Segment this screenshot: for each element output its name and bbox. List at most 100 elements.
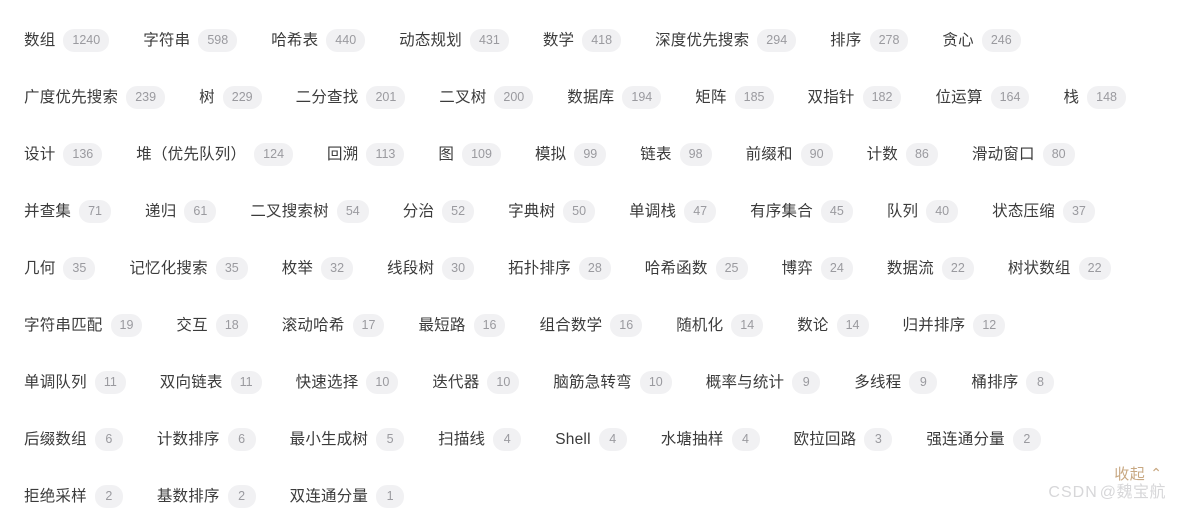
tag-count-badge: 8 — [1026, 370, 1055, 395]
tag-item[interactable]: 快速选择 10 — [296, 370, 399, 395]
tag-label: 深度优先搜索 — [655, 31, 750, 49]
tag-row: 单调队列 11 双向链表 11 快速选择 10 迭代器 10 脑筋急转弯 10 概率与统计 9 多线程 9… — [24, 354, 1160, 411]
tag-label: 最短路 — [418, 316, 466, 334]
tag-item[interactable]: 字典树 50 — [508, 199, 596, 224]
tag-item[interactable]: 字符串匹配 19 — [24, 313, 143, 338]
tag-count-badge: 246 — [981, 28, 1021, 53]
tag-item[interactable]: 随机化 14 — [676, 313, 764, 338]
tag-item[interactable]: 扫描线 4 — [438, 427, 522, 452]
tag-label: 并查集 — [24, 202, 72, 220]
tag-item[interactable]: 数学 418 — [543, 28, 622, 53]
tag-item[interactable]: 设计 136 — [24, 142, 103, 167]
tag-item[interactable]: 双指针 182 — [808, 85, 902, 110]
tag-item[interactable]: 概率与统计 9 — [706, 370, 821, 395]
tag-item[interactable]: 水塘抽样 4 — [661, 427, 760, 452]
tag-item[interactable]: 队列 40 — [887, 199, 959, 224]
tag-item[interactable]: 单调队列 11 — [24, 370, 126, 395]
tag-item[interactable]: 并查集 71 — [24, 199, 112, 224]
tag-label: 后缀数组 — [24, 430, 87, 448]
tag-item[interactable]: 链表 98 — [640, 142, 712, 167]
tag-item[interactable]: 树 229 — [199, 85, 262, 110]
tag-item[interactable]: 拓扑排序 28 — [508, 256, 611, 281]
tag-item[interactable]: 数组 1240 — [24, 28, 110, 53]
tag-item[interactable]: 强连通分量 2 — [926, 427, 1041, 452]
tag-item[interactable]: 哈希函数 25 — [645, 256, 748, 281]
tag-item[interactable]: 排序 278 — [830, 28, 909, 53]
tag-label: 组合数学 — [539, 316, 603, 334]
tag-item[interactable]: 博弈 24 — [782, 256, 853, 281]
tag-count-badge: 86 — [905, 142, 938, 167]
tag-item[interactable]: 位运算 164 — [935, 85, 1030, 110]
tag-count-badge: 11 — [94, 370, 126, 395]
tag-item[interactable]: 前缀和 90 — [746, 142, 833, 167]
tag-item[interactable]: 脑筋急转弯 10 — [553, 370, 672, 395]
tag-item[interactable]: 拒绝采样 2 — [24, 484, 123, 509]
tag-item[interactable]: 双连通分量 1 — [289, 484, 405, 509]
tag-item[interactable]: 交互 18 — [176, 313, 248, 338]
tag-item[interactable]: 迭代器 10 — [432, 370, 520, 395]
tag-item[interactable]: 二叉搜索树 54 — [250, 199, 369, 224]
tag-item[interactable]: 后缀数组 6 — [24, 427, 123, 452]
tag-label: 双连通分量 — [289, 487, 369, 505]
tag-item[interactable]: 基数排序 2 — [157, 484, 256, 509]
tag-item[interactable]: 状态压缩 37 — [992, 199, 1095, 224]
tag-count-badge: 14 — [836, 313, 869, 338]
tag-count-badge: 229 — [222, 85, 262, 110]
tag-item[interactable]: 树状数组 22 — [1008, 256, 1111, 281]
tag-item[interactable]: 图 109 — [438, 142, 501, 167]
tag-item[interactable]: 计数排序 6 — [157, 427, 256, 452]
tag-item[interactable]: 滑动窗口 80 — [972, 142, 1075, 167]
tag-label: 归并排序 — [902, 316, 966, 334]
tag-item[interactable]: 归并排序 12 — [902, 313, 1006, 338]
tag-item[interactable]: 递归 61 — [145, 199, 217, 224]
tag-item[interactable]: 线段树 30 — [387, 256, 475, 281]
tag-count-badge: 148 — [1087, 85, 1126, 110]
tag-item[interactable]: Shell 4 — [555, 427, 627, 452]
tag-item[interactable]: 单调栈 47 — [629, 199, 717, 224]
tag-item[interactable]: 深度优先搜索 294 — [655, 28, 797, 53]
tag-item[interactable]: 欧拉回路 3 — [794, 427, 893, 452]
tag-item[interactable]: 多线程 9 — [854, 370, 938, 395]
tag-item[interactable]: 字符串 598 — [143, 28, 238, 53]
tag-count-badge: 19 — [110, 313, 143, 338]
tag-item[interactable]: 数据流 22 — [887, 256, 974, 281]
tag-label: 数论 — [797, 316, 829, 334]
tag-item[interactable]: 哈希表 440 — [271, 28, 366, 53]
tag-item[interactable]: 二分查找 201 — [295, 85, 406, 110]
tag-item[interactable]: 有序集合 45 — [750, 199, 853, 224]
tag-item[interactable]: 数据库 194 — [567, 85, 662, 110]
tag-item[interactable]: 贪心 246 — [942, 28, 1021, 53]
tag-label: Shell — [555, 430, 591, 448]
tag-item[interactable]: 几何 35 — [24, 256, 96, 281]
tag-item[interactable]: 数论 14 — [797, 313, 869, 338]
tag-count-badge: 47 — [684, 199, 717, 224]
tag-item[interactable]: 滚动哈希 17 — [282, 313, 385, 338]
tag-label: 二叉树 — [439, 88, 487, 106]
tag-item[interactable]: 计数 86 — [867, 142, 938, 167]
tag-item[interactable]: 分治 52 — [403, 199, 475, 224]
tag-item[interactable]: 广度优先搜索 239 — [24, 85, 166, 110]
tag-count-badge: 28 — [578, 256, 611, 281]
tag-item[interactable]: 堆（优先队列） 124 — [136, 142, 294, 167]
tag-label: 二分查找 — [295, 88, 359, 106]
collapse-button[interactable]: 收起 ⌃ — [1114, 463, 1162, 484]
tag-item[interactable]: 记忆化搜索 35 — [129, 256, 248, 281]
tag-item[interactable]: 最小生成树 5 — [290, 427, 405, 452]
tag-label: 链表 — [640, 145, 672, 163]
tag-item[interactable]: 回溯 113 — [327, 142, 405, 167]
tag-item[interactable]: 模拟 99 — [535, 142, 607, 167]
tag-item[interactable]: 栈 148 — [1063, 85, 1126, 110]
tag-count-badge: 35 — [215, 256, 248, 281]
tag-count-badge: 182 — [862, 85, 902, 110]
tag-item[interactable]: 组合数学 16 — [539, 313, 643, 338]
tag-item[interactable]: 动态规划 431 — [399, 28, 509, 53]
tag-label: 枚举 — [281, 259, 314, 277]
tag-item[interactable]: 最短路 16 — [418, 313, 506, 338]
tag-item[interactable]: 矩阵 185 — [695, 85, 774, 110]
tag-label: 记忆化搜索 — [129, 259, 208, 277]
tag-item[interactable]: 二叉树 200 — [439, 85, 534, 110]
tag-item[interactable]: 双向链表 11 — [160, 370, 262, 395]
tag-item[interactable]: 桶排序 8 — [971, 370, 1055, 395]
tag-count-badge: 98 — [679, 142, 712, 167]
tag-item[interactable]: 枚举 32 — [281, 256, 354, 281]
